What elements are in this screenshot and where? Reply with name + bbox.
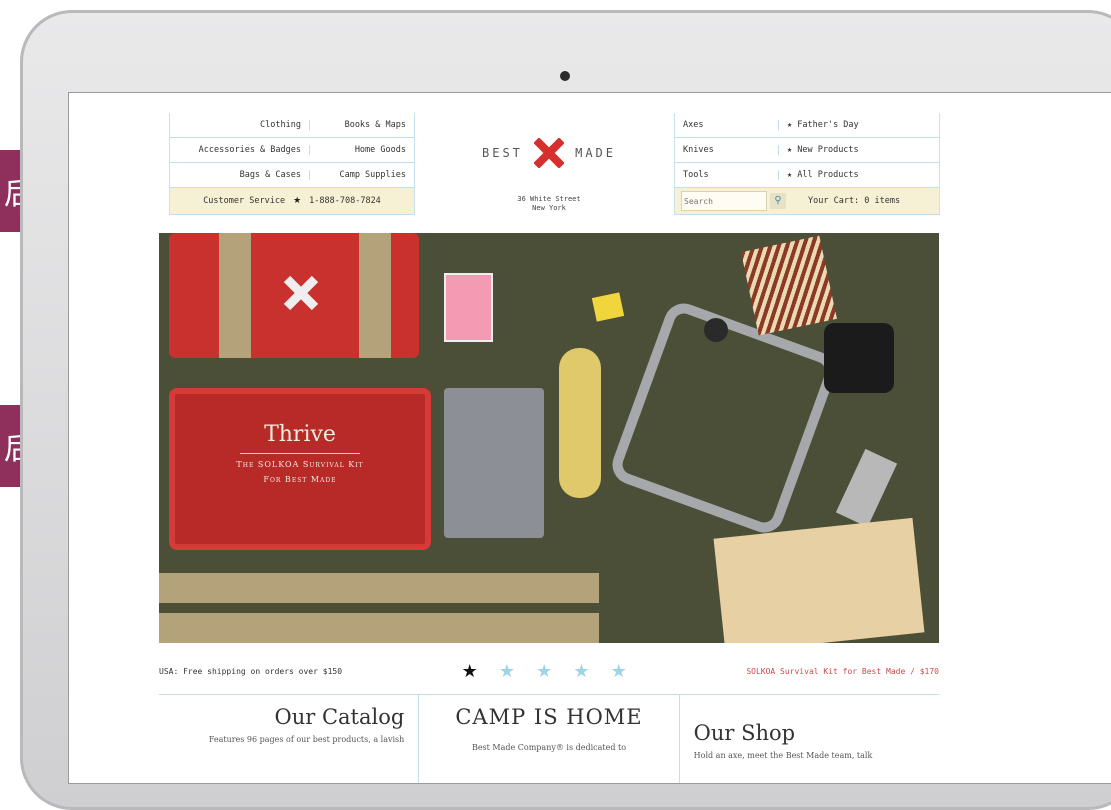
- section-heading[interactable]: Our Shop: [694, 721, 925, 745]
- left-nav: Clothing Books & Maps Accessories & Badg…: [169, 113, 415, 215]
- hero-image[interactable]: Thrive The SOLKOA Survival Kit For Best …: [159, 233, 939, 643]
- section-text: Hold an axe, meet the Best Made team, ta…: [693, 751, 873, 760]
- nav-row: Knives ★ New Products: [675, 138, 939, 163]
- slide-indicator: ★ ★ ★ ★ ★: [454, 661, 635, 682]
- camp-section: CAMP IS HOME Best Made Company® is dedic…: [419, 695, 680, 783]
- address-line: New York: [532, 204, 566, 212]
- phone-number[interactable]: 1-888-708-7824: [301, 196, 389, 206]
- nav-link-books-maps[interactable]: Books & Maps: [310, 120, 414, 130]
- search-icon[interactable]: ⚲: [770, 193, 786, 209]
- strap-item: [159, 573, 599, 603]
- section-heading[interactable]: CAMP IS HOME: [433, 705, 664, 729]
- kit-divider: [240, 453, 360, 454]
- pink-bag-item: [444, 273, 493, 342]
- black-roll-item: [824, 323, 894, 393]
- shop-section: Our Shop Hold an axe, meet the Best Made…: [680, 695, 939, 783]
- signal-card-item: [444, 388, 544, 538]
- store-address: 36 White Street New York: [489, 195, 609, 213]
- nav-link-new-products[interactable]: ★ New Products: [779, 145, 939, 155]
- section-text: Best Made Company® is dedicated to: [471, 743, 627, 752]
- lower-sections: Our Catalog Features 96 pages of our bes…: [159, 695, 939, 783]
- nav-row: Clothing Books & Maps: [170, 113, 414, 138]
- star-icon: ★: [293, 196, 302, 206]
- nav-link-fathers-day[interactable]: ★ Father's Day: [779, 120, 939, 130]
- cord-item: [559, 348, 601, 498]
- slide-star[interactable]: ★: [611, 661, 627, 682]
- nav-link-camp-supplies[interactable]: Camp Supplies: [310, 170, 414, 180]
- can-opener-item: [835, 448, 898, 528]
- kit-subtitle-line: For Best Made: [263, 475, 337, 484]
- kit-title: Thrive: [264, 422, 336, 447]
- best-made-logo[interactable]: BEST MADE: [459, 137, 639, 169]
- right-nav: Axes ★ Father's Day Knives ★ New Product…: [674, 113, 940, 215]
- strap-item: [159, 613, 599, 643]
- nav-link-axes[interactable]: Axes: [675, 120, 779, 130]
- slide-star-active[interactable]: ★: [462, 661, 478, 682]
- velcro-strap: [219, 233, 251, 358]
- nav-link-label: All Products: [797, 170, 859, 180]
- nav-row: Bags & Cases Camp Supplies: [170, 163, 414, 188]
- search-cart-row: ⚲ Your Cart: 0 items: [675, 188, 939, 215]
- nav-row: Tools ★ All Products: [675, 163, 939, 188]
- logo-word-left: BEST: [482, 146, 523, 160]
- velcro-strap: [359, 233, 391, 358]
- nav-row: Accessories & Badges Home Goods: [170, 138, 414, 163]
- cart-status[interactable]: Your Cart: 0 items: [800, 196, 908, 206]
- x-mark-icon: [283, 275, 319, 311]
- compass-item: [704, 318, 728, 342]
- slide-star[interactable]: ★: [536, 661, 552, 682]
- nav-link-label: New Products: [797, 145, 859, 155]
- x-mark-icon: [533, 137, 565, 169]
- webcam-icon: [560, 71, 570, 81]
- slide-star[interactable]: ★: [499, 661, 515, 682]
- logo-word-right: MADE: [575, 146, 616, 160]
- kit-subtitle-line: The SOLKOA Survival Kit: [236, 460, 364, 469]
- nav-link-tools[interactable]: Tools: [675, 170, 779, 180]
- nav-link-label: Father's Day: [797, 120, 859, 130]
- website-screen: Clothing Books & Maps Accessories & Badg…: [68, 92, 1111, 784]
- customer-service-row: Customer Service ★ 1-888-708-7824: [170, 188, 414, 215]
- paper-item: [713, 517, 925, 643]
- nav-link-bags-cases[interactable]: Bags & Cases: [170, 170, 310, 180]
- section-text: Features 96 pages of our best products, …: [208, 735, 405, 744]
- section-heading[interactable]: Our Catalog: [173, 705, 405, 729]
- survival-kit-box: Thrive The SOLKOA Survival Kit For Best …: [169, 388, 431, 550]
- address-line: 36 White Street: [517, 195, 581, 203]
- matches-item: [741, 235, 837, 336]
- yellow-block-item: [591, 292, 625, 322]
- slide-star[interactable]: ★: [573, 661, 589, 682]
- tin-lid: [169, 233, 419, 358]
- catalog-section: Our Catalog Features 96 pages of our bes…: [159, 695, 420, 783]
- nav-link-all-products[interactable]: ★ All Products: [779, 170, 939, 180]
- nav-link-accessories[interactable]: Accessories & Badges: [170, 145, 310, 155]
- nav-link-knives[interactable]: Knives: [675, 145, 779, 155]
- customer-service-link[interactable]: Customer Service: [195, 196, 293, 206]
- shipping-notice: USA: Free shipping on orders over $150: [159, 666, 343, 676]
- nav-link-home-goods[interactable]: Home Goods: [310, 145, 414, 155]
- nav-row: Axes ★ Father's Day: [675, 113, 939, 138]
- nav-link-clothing[interactable]: Clothing: [170, 120, 310, 130]
- search-input[interactable]: [681, 191, 767, 211]
- promo-link[interactable]: SOLKOA Survival Kit for Best Made / $170: [746, 667, 939, 676]
- info-strip: USA: Free shipping on orders over $150 ★…: [159, 648, 939, 695]
